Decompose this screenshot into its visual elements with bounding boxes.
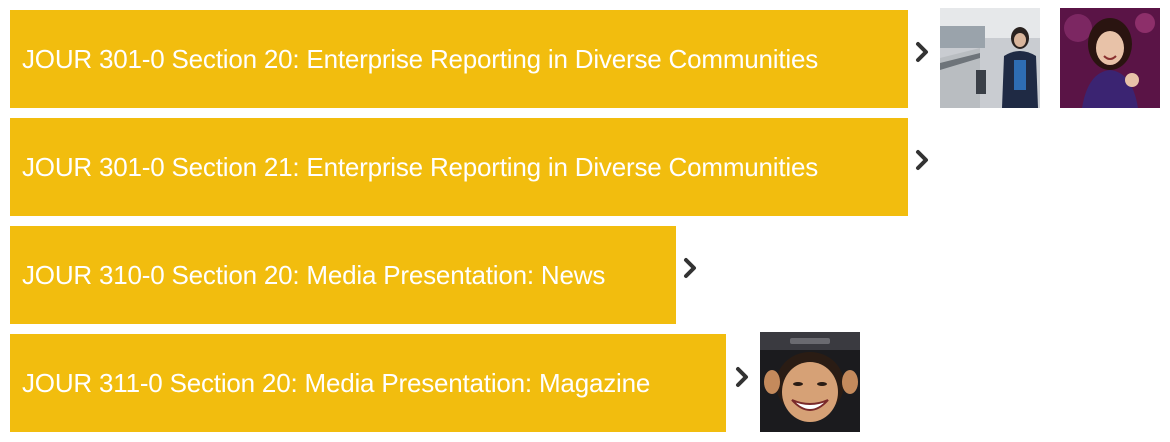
student-photo-bridge[interactable] <box>940 8 1040 108</box>
course-link[interactable]: JOUR 311-0 Section 20: Media Presentatio… <box>10 334 726 432</box>
chevron-right-icon[interactable] <box>732 362 752 392</box>
student-thumbnails <box>760 332 860 432</box>
course-link[interactable]: JOUR 301-0 Section 21: Enterprise Report… <box>10 118 908 216</box>
student-thumbnails <box>940 8 1160 108</box>
course-row: JOUR 301-0 Section 20: Enterprise Report… <box>10 8 1160 108</box>
chevron-right-icon[interactable] <box>912 37 932 67</box>
course-link[interactable]: JOUR 310-0 Section 20: Media Presentatio… <box>10 226 676 324</box>
course-link[interactable]: JOUR 301-0 Section 20: Enterprise Report… <box>10 10 908 108</box>
course-row: JOUR 311-0 Section 20: Media Presentatio… <box>10 332 860 432</box>
chevron-right-icon[interactable] <box>680 253 700 283</box>
course-row: JOUR 310-0 Section 20: Media Presentatio… <box>10 226 700 324</box>
chevron-right-icon[interactable] <box>912 145 932 175</box>
student-photo-purple[interactable] <box>1060 8 1160 108</box>
student-photo-smile[interactable] <box>760 332 860 432</box>
course-row: JOUR 301-0 Section 21: Enterprise Report… <box>10 118 932 216</box>
